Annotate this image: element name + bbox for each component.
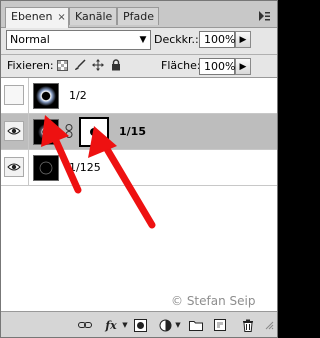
opacity-input[interactable]: 100% (199, 31, 235, 48)
tab-ebenen[interactable]: Ebenen × (5, 7, 69, 28)
layer-row[interactable]: 1/125 (1, 150, 277, 186)
fill-slider-button[interactable]: ▶ (235, 58, 251, 75)
tab-pfade[interactable]: Pfade (117, 7, 159, 25)
triangle-right-icon: ▶ (239, 61, 247, 72)
fill-label: Fläche: (161, 59, 201, 72)
layer-name[interactable]: 1/125 (69, 161, 101, 174)
copyright-watermark: © Stefan Seip (171, 294, 256, 308)
lock-icons (56, 59, 122, 71)
tab-ebenen-label: Ebenen (11, 10, 53, 23)
trash-icon[interactable] (241, 318, 255, 332)
layer-row-selected[interactable]: 1/15 (1, 114, 277, 150)
lock-icon[interactable] (110, 59, 122, 71)
divider (1, 54, 277, 55)
close-icon[interactable]: × (57, 12, 65, 23)
tab-kanaele[interactable]: Kanäle (69, 7, 117, 25)
divider (28, 114, 29, 150)
layer-list: 1/2 1/15 1/125 (1, 77, 277, 312)
lock-transparent-icon[interactable] (56, 59, 68, 71)
layer-style-fx-icon[interactable]: fx (104, 318, 118, 332)
chevron-down-icon[interactable]: ▼ (171, 318, 185, 332)
blend-mode-select[interactable]: Normal ▼ (6, 30, 151, 50)
divider (28, 150, 29, 186)
layer-thumbnail (33, 155, 59, 181)
link-icon[interactable] (65, 124, 73, 141)
opacity-label: Deckkr.: (154, 33, 199, 46)
lock-label: Fixieren: (7, 59, 54, 72)
opacity-slider-button[interactable]: ▶ (235, 31, 251, 48)
layer-row[interactable]: 1/2 (1, 78, 277, 114)
adjustment-layer-icon[interactable] (158, 318, 172, 332)
layer-name[interactable]: 1/15 (119, 125, 146, 138)
resize-grip-icon[interactable] (262, 318, 276, 332)
tab-bar: Ebenen × Kanäle Pfade (1, 1, 277, 28)
eye-icon[interactable] (4, 121, 24, 141)
chevron-down-icon[interactable]: ▼ (136, 31, 150, 49)
triangle-right-icon: ▶ (239, 34, 247, 45)
panel-menu-icon[interactable] (257, 7, 271, 21)
tab-pfade-label: Pfade (123, 10, 154, 23)
add-mask-icon[interactable] (133, 318, 147, 332)
new-layer-icon[interactable] (213, 318, 227, 332)
move-icon[interactable] (92, 59, 104, 71)
new-group-folder-icon[interactable] (189, 318, 203, 332)
divider (28, 78, 29, 114)
layer-thumbnail (33, 119, 59, 145)
brush-icon[interactable] (74, 59, 86, 71)
blend-opacity-row: Normal ▼ Deckkr.: 100% ▶ (6, 30, 274, 52)
layers-panel: Ebenen × Kanäle Pfade Normal ▼ Deckkr.: 1… (0, 0, 278, 338)
tab-kanaele-label: Kanäle (75, 10, 113, 23)
layer-thumbnail (33, 83, 59, 109)
visibility-toggle-empty[interactable] (4, 85, 24, 105)
blend-mode-value: Normal (10, 33, 50, 46)
link-layers-icon[interactable] (78, 318, 92, 332)
layer-mask-thumbnail[interactable] (79, 117, 109, 147)
bottom-toolbar: fx ▼ ▼ (1, 311, 277, 337)
layer-name[interactable]: 1/2 (69, 89, 87, 102)
fill-input[interactable]: 100% (199, 58, 235, 75)
eye-icon[interactable] (4, 157, 24, 177)
chevron-down-icon[interactable]: ▼ (118, 318, 132, 332)
